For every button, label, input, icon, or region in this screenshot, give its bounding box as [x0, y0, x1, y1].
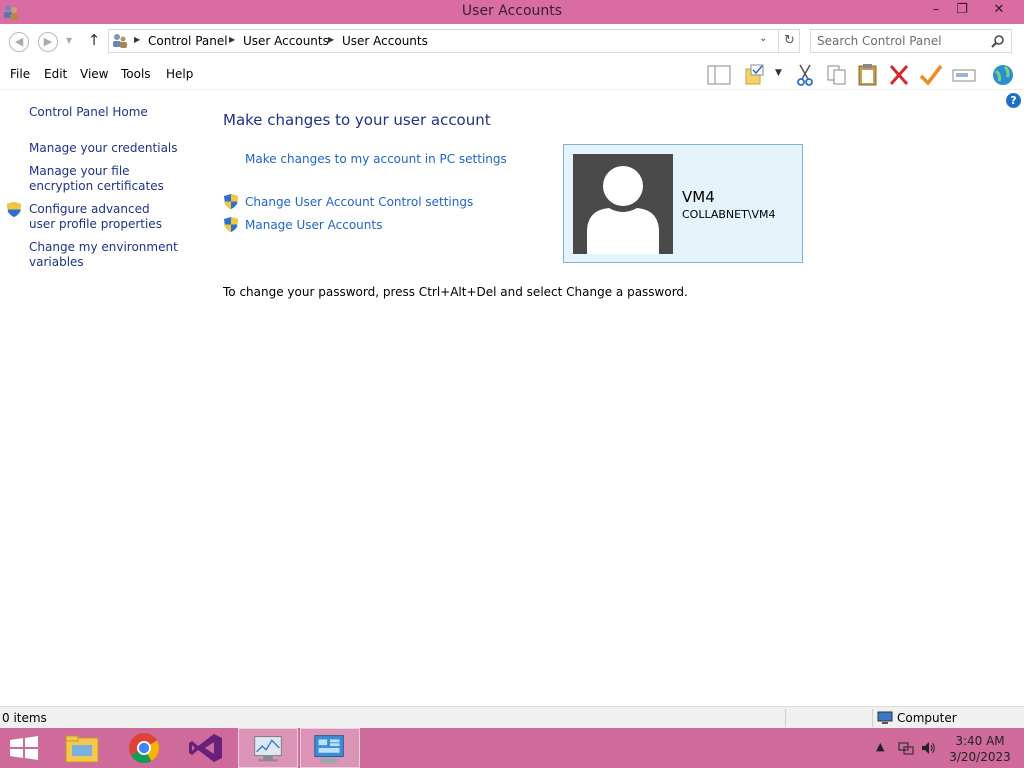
control-panel-taskbar-button[interactable] [300, 728, 360, 768]
help-icon[interactable]: ? [1006, 93, 1021, 108]
user-account-tile: VM4 COLLABNET\VM4 [563, 144, 803, 263]
recent-locations-chevron-icon[interactable]: ▼ [66, 36, 72, 45]
address-bar[interactable]: ▶ Control Panel ▶ User Accounts ▶ User A… [108, 29, 800, 53]
menu-tools[interactable]: Tools [121, 67, 151, 81]
properties-dropdown-chevron-icon[interactable]: ▼ [775, 68, 782, 78]
back-button[interactable]: ◀ [9, 32, 29, 52]
window-title: User Accounts [461, 3, 563, 19]
password-note: To change your password, press Ctrl+Alt+… [223, 285, 688, 299]
restore-button[interactable]: ❐ [948, 0, 976, 22]
page-heading: Make changes to your user account [223, 111, 491, 129]
control-panel-home-link[interactable]: Control Panel Home [29, 105, 199, 120]
rename-icon[interactable] [951, 63, 977, 87]
start-button[interactable] [0, 728, 60, 768]
clock-date: 3/20/2023 [949, 750, 1011, 764]
performance-monitor-taskbar-button[interactable] [238, 728, 298, 768]
user-name: VM4 [682, 188, 715, 206]
breadcrumb-separator-icon[interactable]: ▶ [229, 35, 235, 44]
computer-icon [877, 711, 893, 724]
properties-folder-icon[interactable] [743, 63, 769, 87]
refresh-icon[interactable]: ↻ [778, 30, 800, 52]
menu-edit[interactable]: Edit [44, 67, 67, 81]
pc-settings-link[interactable]: Make changes to my account in PC setting… [245, 152, 507, 166]
clock-time: 3:40 AM [955, 734, 1005, 748]
status-divider [785, 709, 786, 727]
manage-encryption-certificates-link[interactable]: Manage your file encryption certificates [29, 164, 189, 194]
navigation-bar: ◀ ▶ ▼ ↑ ▶ Control Panel ▶ User Accounts … [0, 24, 1024, 60]
uac-shield-icon [224, 194, 238, 209]
forward-button[interactable]: ▶ [38, 32, 58, 52]
file-explorer-taskbar-button[interactable] [52, 728, 112, 768]
system-clock[interactable]: 3:40 AM 3/20/2023 [940, 733, 1020, 765]
file-explorer-icon [65, 735, 99, 763]
layout-pane-icon[interactable] [706, 63, 732, 87]
close-button[interactable]: ✕ [976, 0, 1022, 22]
breadcrumb-separator-icon[interactable]: ▶ [328, 35, 334, 44]
delete-icon[interactable] [886, 63, 912, 87]
uac-shield-icon [224, 217, 238, 232]
status-bar: 0 items Computer [0, 706, 1024, 728]
manage-credentials-link[interactable]: Manage your credentials [29, 141, 199, 156]
globe-icon[interactable] [990, 63, 1016, 87]
control-panel-icon [113, 34, 127, 48]
title-bar: User Accounts – ❐ ✕ [0, 0, 1024, 24]
search-input[interactable] [817, 33, 985, 49]
paste-icon[interactable] [855, 63, 881, 87]
change-environment-variables-link[interactable]: Change my environment variables [29, 240, 179, 270]
menu-bar: File Edit View Tools Help ▼ [0, 60, 1024, 90]
up-arrow-icon[interactable]: ↑ [86, 31, 102, 49]
manage-user-accounts-link[interactable]: Manage User Accounts [245, 218, 382, 232]
status-location: Computer [897, 711, 957, 725]
chrome-taskbar-button[interactable] [114, 728, 174, 768]
search-icon[interactable] [991, 34, 1005, 48]
status-divider [872, 709, 873, 727]
configure-advanced-profile-link[interactable]: Configure advanced user profile properti… [29, 202, 179, 232]
user-domain: COLLABNET\VM4 [682, 208, 776, 221]
volume-icon[interactable] [920, 740, 936, 756]
uac-shield-icon [7, 202, 21, 217]
breadcrumb-user-accounts[interactable]: User Accounts [243, 34, 329, 48]
checkmark-icon[interactable] [918, 63, 944, 87]
control-panel-icon [314, 735, 344, 764]
minimize-button[interactable]: – [922, 0, 950, 22]
visual-studio-taskbar-button[interactable] [176, 728, 236, 768]
item-count: 0 items [2, 711, 47, 725]
user-silhouette-icon [587, 166, 659, 254]
copy-icon[interactable] [824, 63, 850, 87]
breadcrumb-user-accounts-current[interactable]: User Accounts [342, 34, 428, 48]
breadcrumb-separator-icon[interactable]: ▶ [134, 35, 140, 44]
chrome-icon [129, 733, 159, 764]
visual-studio-icon [189, 734, 222, 762]
performance-monitor-icon [254, 736, 282, 762]
address-dropdown-chevron-icon[interactable]: ⌄ [759, 33, 767, 44]
search-box[interactable] [810, 29, 1012, 53]
windows-logo-icon [10, 736, 38, 760]
breadcrumb-control-panel[interactable]: Control Panel [148, 34, 228, 48]
menu-view[interactable]: View [80, 67, 108, 81]
uac-settings-link[interactable]: Change User Account Control settings [245, 195, 473, 209]
avatar [573, 154, 673, 254]
cut-icon[interactable] [792, 63, 818, 87]
menu-help[interactable]: Help [166, 67, 193, 81]
menu-file[interactable]: File [10, 67, 30, 81]
network-icon[interactable] [898, 740, 914, 756]
show-hidden-icons-chevron-icon[interactable]: ▲ [876, 740, 884, 753]
taskbar: ▲ 3:40 AM 3/20/2023 [0, 728, 1024, 768]
